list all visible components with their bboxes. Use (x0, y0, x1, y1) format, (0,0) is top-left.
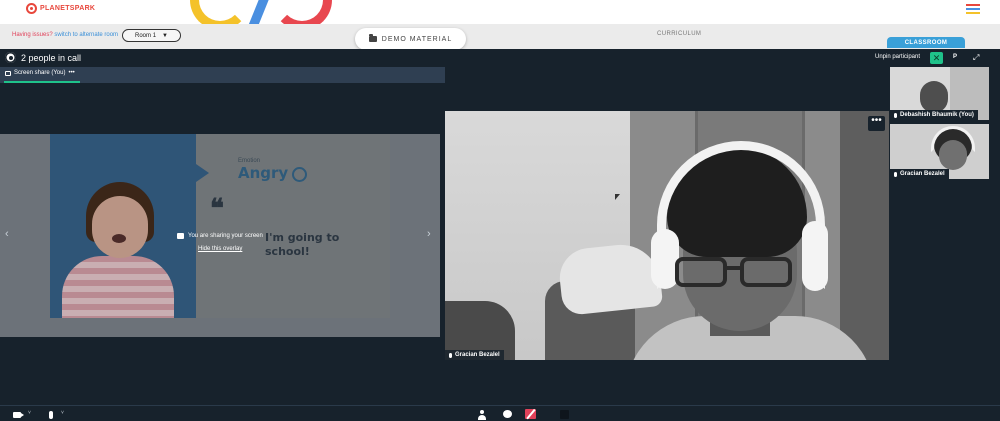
curriculum-link[interactable]: CURRICULUM (657, 31, 701, 37)
emotion-word: Angry (238, 164, 289, 182)
chevron-right-icon[interactable]: › (427, 228, 431, 240)
call-toolbar: ˅ ˅ (0, 405, 1000, 421)
top-bar: PLANETSPARK (0, 0, 1000, 30)
room-select-value: Room 1 (135, 32, 157, 39)
participant-thumbnail[interactable]: Debashish Bhaumik (You) (890, 67, 989, 120)
issues-message: Having issues? switch to alternate room (12, 32, 118, 38)
camera-icon[interactable] (13, 412, 24, 418)
monitor-icon (177, 233, 184, 239)
sharing-overlay-message: You are sharing your screen (177, 233, 263, 239)
sharing-overlay-text: You are sharing your screen (188, 233, 263, 239)
classroom-tab[interactable]: CLASSROOM (887, 37, 965, 48)
pin-icon[interactable]: P (953, 54, 957, 60)
room-select[interactable]: Room 1 ▼ (122, 29, 181, 42)
demo-material-label: DEMO MATERIAL (381, 35, 453, 43)
screen-share-view: Emotion Angry ❝ I'm going to school! (0, 83, 445, 337)
classroom-subbar: Having issues? switch to alternate room … (0, 24, 1000, 65)
screen-share-tab[interactable]: Screen share (You) ••• (0, 67, 445, 83)
slide-text-card (196, 134, 390, 318)
slide-quote-line2: school! (265, 245, 310, 258)
brand-name: PLANETSPARK (40, 5, 96, 12)
close-icon[interactable]: ✕ (930, 52, 943, 64)
issues-text: Having issues? (12, 32, 53, 38)
monitor-icon (5, 70, 11, 76)
screen-share-more-icon[interactable]: ••• (68, 70, 74, 76)
menu-icon[interactable] (966, 4, 980, 14)
screen-share-label: Screen share (You) ••• (5, 70, 75, 76)
mic-icon[interactable] (49, 411, 53, 419)
mic-icon (449, 352, 452, 358)
participant-name: Gracian Bezalel (900, 171, 945, 177)
person-icon[interactable] (478, 410, 486, 420)
mic-icon (894, 171, 897, 177)
cursor-icon (615, 194, 620, 200)
brand-logo[interactable]: PLANETSPARK (26, 3, 95, 14)
decorative-stroke-blue (248, 0, 272, 26)
expand-icon[interactable]: ⤢ (973, 53, 979, 63)
participant-name-tag: Gracian Bezalel (890, 169, 949, 179)
share-off-icon[interactable] (525, 409, 536, 419)
more-options-icon[interactable]: ••• (868, 116, 885, 131)
slide-child-photo (62, 182, 174, 318)
chevron-left-icon[interactable]: ‹ (5, 228, 9, 240)
slide-quote-line1: I'm going to (265, 231, 340, 244)
emoji-icon (292, 167, 307, 182)
call-header: 2 people in call Unpin participant ✕ P ⤢ (0, 49, 1000, 67)
people-count: 2 people in call (21, 53, 82, 63)
video-call-area: 2 people in call Unpin participant ✕ P ⤢… (0, 49, 1000, 421)
gear-icon[interactable] (5, 52, 16, 63)
slide-quote-text: I'm going to school! (265, 231, 339, 259)
logo-icon (26, 3, 37, 14)
chevron-down-icon[interactable]: ˅ (28, 410, 31, 416)
participant-name-tag: Gracian Bezalel (445, 350, 504, 360)
participant-name-tag: Debashish Bhaumik (You) (890, 110, 978, 120)
record-icon[interactable] (560, 410, 569, 419)
folder-icon (368, 34, 377, 42)
app-root: PLANETSPARK Having issues? switch to alt… (0, 0, 1000, 421)
mic-icon (894, 112, 897, 118)
slide-pointer (196, 164, 209, 182)
chat-icon[interactable] (503, 410, 512, 418)
chevron-down-icon: ▼ (162, 32, 168, 39)
participant-name: Debashish Bhaumik (You) (900, 112, 974, 118)
quote-icon: ❝ (210, 194, 224, 224)
hide-overlay-link[interactable]: Hide this overlay (198, 246, 242, 252)
chevron-down-icon[interactable]: ˅ (61, 410, 64, 416)
unpin-participant-label[interactable]: Unpin participant (875, 54, 920, 60)
participant-thumbnail[interactable]: Gracian Bezalel (890, 124, 989, 179)
main-participant-video[interactable]: ••• Gracian Bezalel (445, 111, 889, 360)
screen-share-title: Screen share (You) (14, 70, 66, 76)
participant-name: Gracian Bezalel (455, 352, 500, 358)
demo-material-button[interactable]: DEMO MATERIAL (355, 28, 466, 50)
switch-room-link[interactable]: switch to alternate room (54, 32, 118, 38)
